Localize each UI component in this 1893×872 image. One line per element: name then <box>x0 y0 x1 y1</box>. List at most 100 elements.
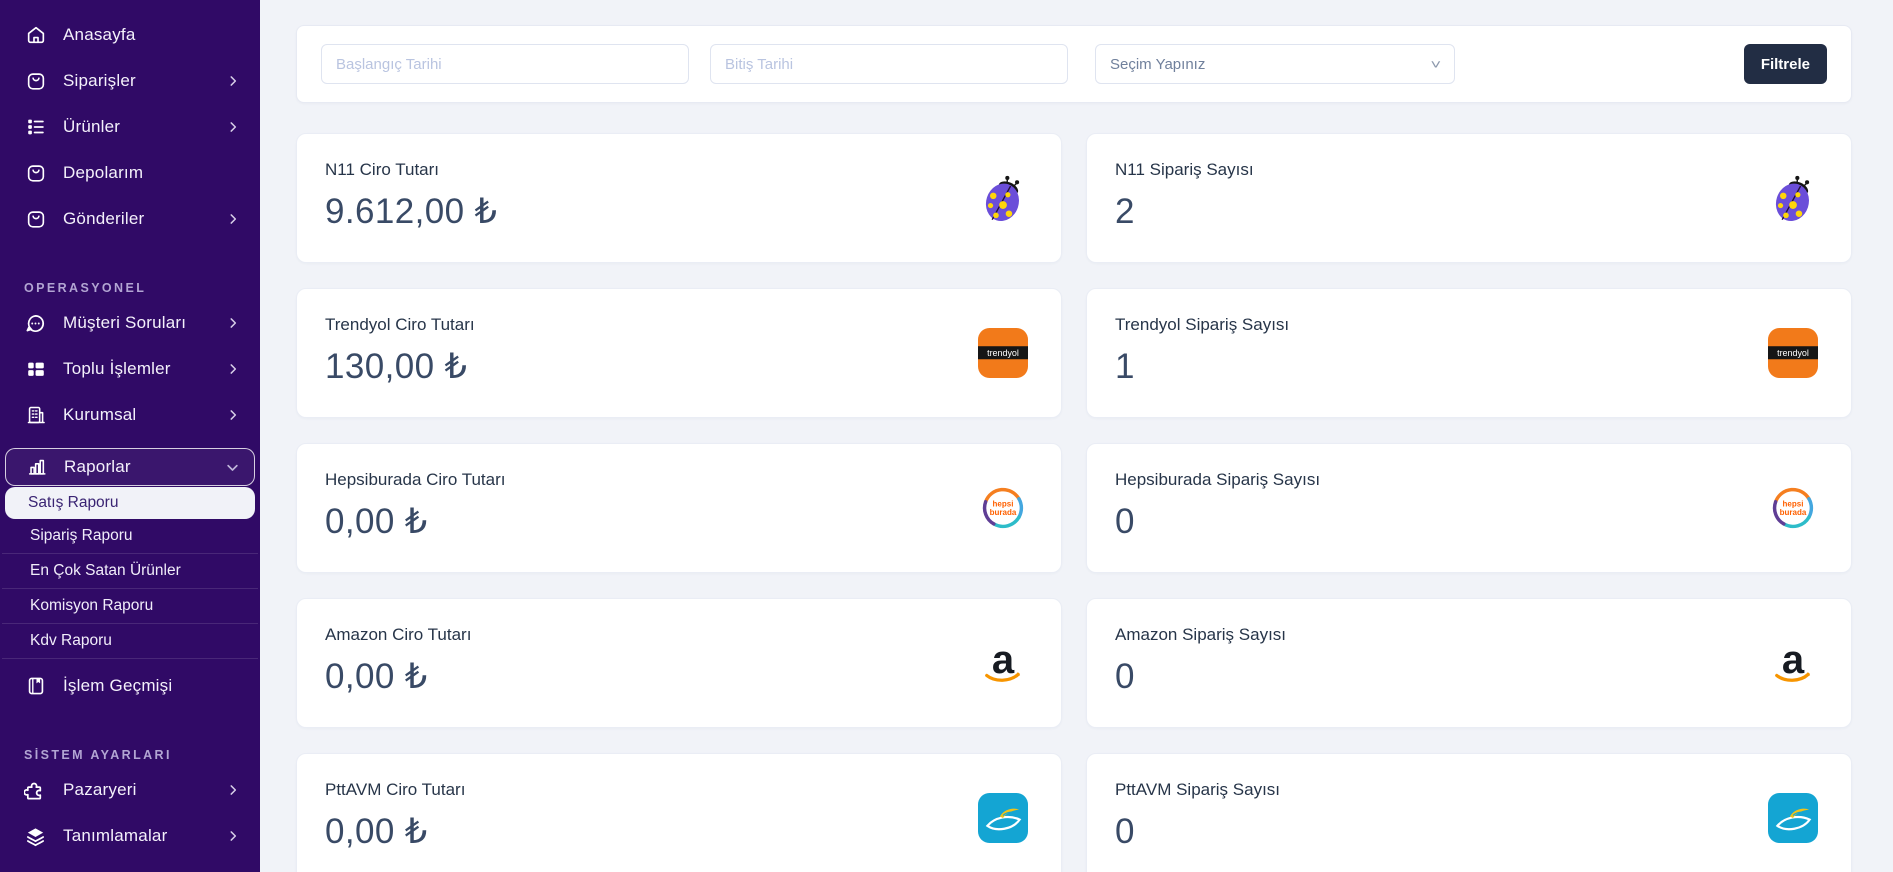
pttavm-icon <box>977 792 1029 844</box>
hepsiburada-icon: hepsiburada <box>977 482 1029 534</box>
chevron-right-icon <box>226 783 240 797</box>
card-hepsiburada-ciro: Hepsiburada Ciro Tutarı 0,00 ₺ hepsibura… <box>296 443 1062 573</box>
card-value: 0 <box>1115 502 1823 542</box>
svg-text:burada: burada <box>990 508 1017 517</box>
sidebar-item-musteri-sorulari[interactable]: Müşteri Soruları <box>0 300 260 346</box>
card-trendyol-ciro: Trendyol Ciro Tutarı 130,00 ₺ trendyol <box>296 288 1062 418</box>
sidebar-subitem-en-cok-satan-urunler[interactable]: En Çok Satan Ürünler <box>2 554 258 589</box>
sidebar-item-anasayfa[interactable]: Anasayfa <box>0 12 260 58</box>
card-title: Amazon Ciro Tutarı <box>325 625 1033 645</box>
orders-bag-icon <box>24 70 47 93</box>
sidebar: Anasayfa Siparişler Ürünler Depola <box>0 0 260 872</box>
card-pttavm-siparis: PttAVM Sipariş Sayısı 0 <box>1086 753 1852 872</box>
building-icon <box>24 404 47 427</box>
sidebar-item-label: Toplu İşlemler <box>63 359 171 379</box>
sidebar-item-label: Pazaryeri <box>63 780 137 800</box>
card-title: N11 Ciro Tutarı <box>325 160 1033 180</box>
chevron-right-icon <box>226 829 240 843</box>
sidebar-subitem-label: En Çok Satan Ürünler <box>30 562 181 580</box>
card-n11-ciro: N11 Ciro Tutarı 9.612,00 ₺ <box>296 133 1062 263</box>
history-book-icon <box>24 675 47 698</box>
chevron-down-icon: ˅ <box>1431 57 1442 72</box>
card-value: 9.612,00 ₺ <box>325 192 1033 232</box>
sidebar-subitem-label: Komisyon Raporu <box>30 597 153 615</box>
n11-ladybug-icon <box>977 172 1029 224</box>
products-list-icon <box>24 116 47 139</box>
home-icon <box>24 24 47 47</box>
shipments-bag-icon <box>24 208 47 231</box>
card-title: N11 Sipariş Sayısı <box>1115 160 1823 180</box>
amazon-icon: a <box>1767 637 1819 689</box>
sidebar-item-label: Siparişler <box>63 71 136 91</box>
marketplace-select[interactable]: Seçim Yapınız ˅ <box>1095 44 1455 84</box>
sidebar-subitem-kdv-raporu[interactable]: Kdv Raporu <box>2 624 258 659</box>
sidebar-item-label: İşlem Geçmişi <box>63 676 172 696</box>
chevron-right-icon <box>226 408 240 422</box>
card-title: Amazon Sipariş Sayısı <box>1115 625 1823 645</box>
grid-table-icon <box>24 358 47 381</box>
bar-chart-icon <box>25 456 48 479</box>
card-value: 0 <box>1115 812 1823 852</box>
card-value: 0,00 ₺ <box>325 502 1033 542</box>
sidebar-item-label: Ürünler <box>63 117 120 137</box>
sidebar-item-pazaryeri[interactable]: Pazaryeri <box>0 767 260 813</box>
card-pttavm-ciro: PttAVM Ciro Tutarı 0,00 ₺ <box>296 753 1062 872</box>
chevron-right-icon <box>226 362 240 376</box>
layers-icon <box>24 825 47 848</box>
amazon-icon: a <box>977 637 1029 689</box>
marketplace-select-value: Seçim Yapınız <box>1110 56 1205 73</box>
trendyol-icon: trendyol <box>977 327 1029 379</box>
svg-text:a: a <box>1782 638 1805 682</box>
warehouse-bag-icon <box>24 162 47 185</box>
sidebar-item-label: Raporlar <box>64 457 131 477</box>
sidebar-item-kurumsal[interactable]: Kurumsal <box>0 392 260 438</box>
stat-cards-grid: N11 Ciro Tutarı 9.612,00 ₺ N11 Sipariş S… <box>296 133 1852 872</box>
sidebar-item-label: Depolarım <box>63 163 143 183</box>
start-date-input[interactable] <box>321 44 689 84</box>
sidebar-item-label: Tanımlamalar <box>63 826 167 846</box>
card-value: 1 <box>1115 347 1823 387</box>
filter-button[interactable]: Filtrele <box>1744 44 1827 84</box>
puzzle-icon <box>24 779 47 802</box>
card-value: 0,00 ₺ <box>325 812 1033 852</box>
sidebar-item-label: Gönderiler <box>63 209 144 229</box>
sidebar-section-system: SİSTEM AYARLARI <box>0 743 260 767</box>
sidebar-item-toplu-islemler[interactable]: Toplu İşlemler <box>0 346 260 392</box>
trendyol-icon: trendyol <box>1767 327 1819 379</box>
sidebar-subitem-komisyon-raporu[interactable]: Komisyon Raporu <box>2 589 258 624</box>
card-trendyol-siparis: Trendyol Sipariş Sayısı 1 trendyol <box>1086 288 1852 418</box>
end-date-input[interactable] <box>710 44 1068 84</box>
svg-text:a: a <box>992 638 1015 682</box>
sidebar-item-siparisler[interactable]: Siparişler <box>0 58 260 104</box>
card-n11-siparis: N11 Sipariş Sayısı 2 <box>1086 133 1852 263</box>
card-value: 0 <box>1115 657 1823 697</box>
sidebar-subitem-label: Satış Raporu <box>28 494 118 512</box>
sidebar-subitem-siparis-raporu[interactable]: Sipariş Raporu <box>2 519 258 554</box>
card-amazon-ciro: Amazon Ciro Tutarı 0,00 ₺ a <box>296 598 1062 728</box>
main-content: Seçim Yapınız ˅ Filtrele N11 Ciro Tutarı… <box>260 0 1893 872</box>
reports-submenu: Sipariş Raporu En Çok Satan Ürünler Komi… <box>0 519 260 659</box>
sidebar-item-label: Kurumsal <box>63 405 136 425</box>
sidebar-subitem-label: Kdv Raporu <box>30 632 112 650</box>
sidebar-section-operational: OPERASYONEL <box>0 276 260 300</box>
sidebar-item-islem-gecmisi[interactable]: İşlem Geçmişi <box>0 663 260 709</box>
card-title: PttAVM Sipariş Sayısı <box>1115 780 1823 800</box>
sidebar-item-urunler[interactable]: Ürünler <box>0 104 260 150</box>
chevron-down-icon <box>225 460 240 475</box>
card-value: 130,00 ₺ <box>325 347 1033 387</box>
card-title: PttAVM Ciro Tutarı <box>325 780 1033 800</box>
sidebar-item-label: Müşteri Soruları <box>63 313 186 333</box>
n11-ladybug-icon <box>1767 172 1819 224</box>
sidebar-item-tanimlamalar[interactable]: Tanımlamalar <box>0 813 260 859</box>
card-title: Trendyol Ciro Tutarı <box>325 315 1033 335</box>
svg-text:trendyol: trendyol <box>987 348 1019 358</box>
hepsiburada-icon: hepsiburada <box>1767 482 1819 534</box>
card-title: Trendyol Sipariş Sayısı <box>1115 315 1823 335</box>
sidebar-item-gonderiler[interactable]: Gönderiler <box>0 196 260 242</box>
chat-bubble-icon <box>24 312 47 335</box>
sidebar-item-depolarim[interactable]: Depolarım <box>0 150 260 196</box>
svg-text:burada: burada <box>1780 508 1807 517</box>
sidebar-item-raporlar[interactable]: Raporlar <box>5 448 255 486</box>
sidebar-subitem-satis-raporu[interactable]: Satış Raporu <box>5 487 255 519</box>
sidebar-item-label: Anasayfa <box>63 25 135 45</box>
